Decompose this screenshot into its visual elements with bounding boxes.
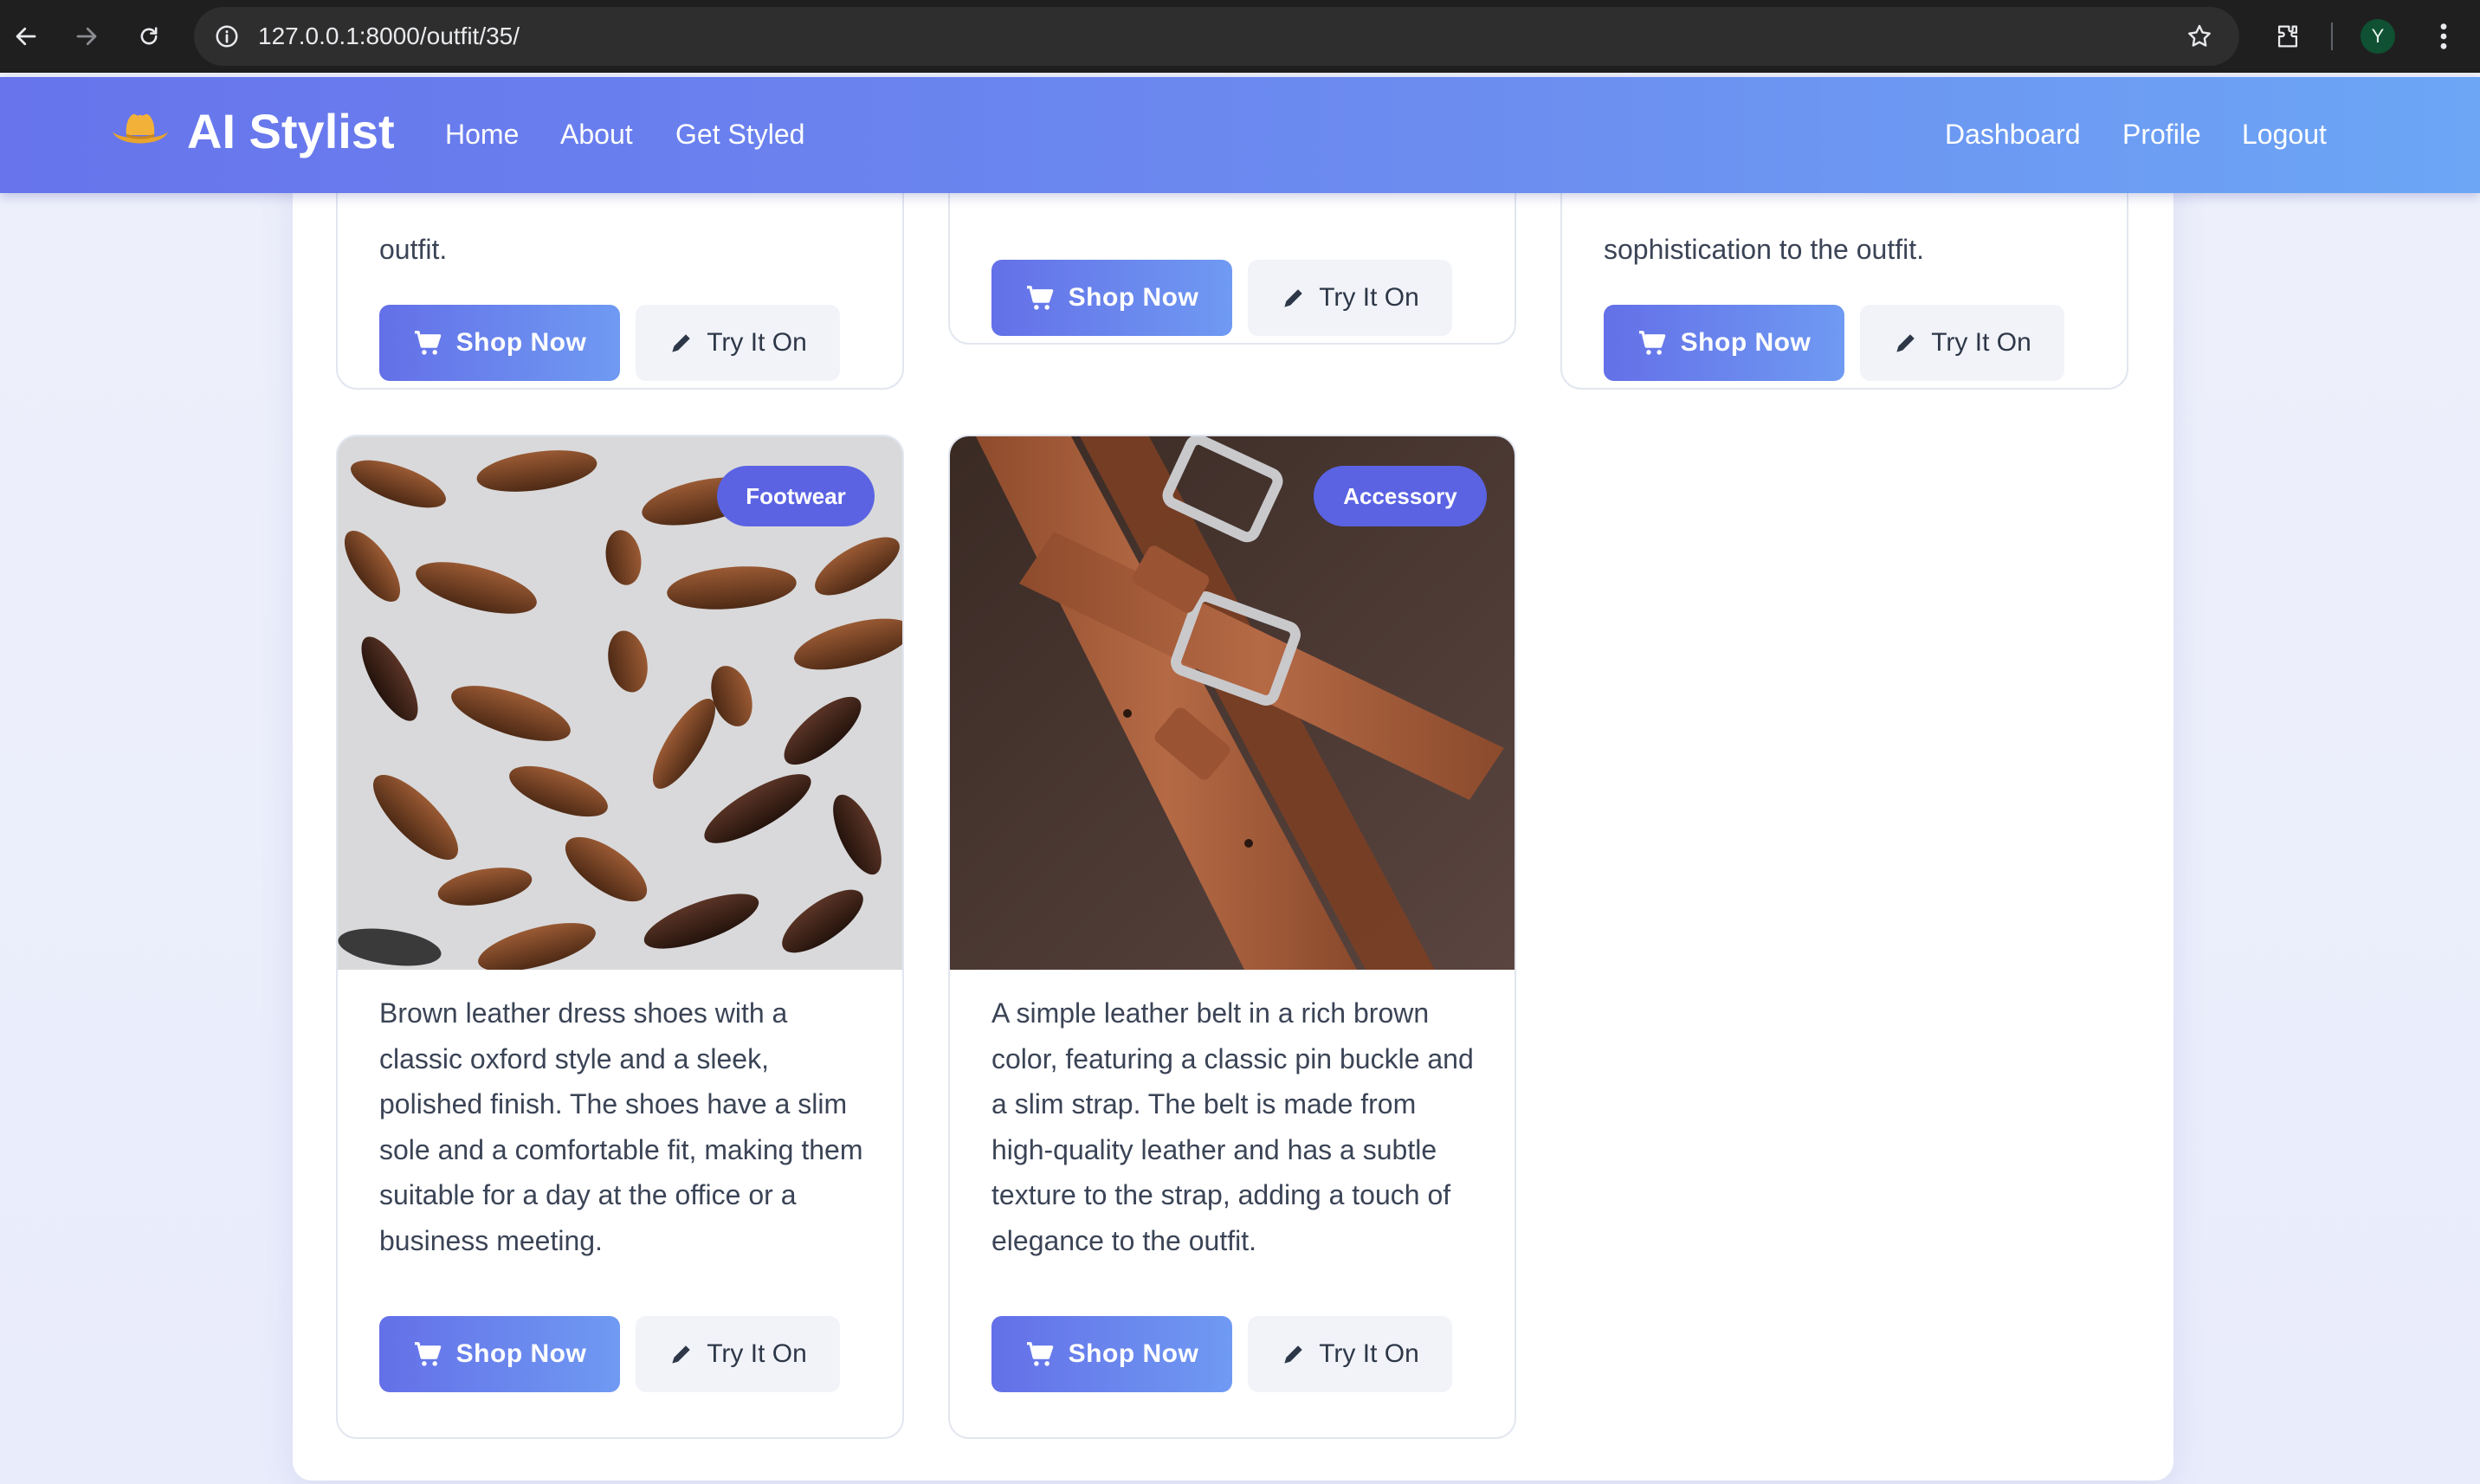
reload-icon[interactable] — [128, 16, 170, 57]
site-navbar: AI Stylist Home About Get Styled Dashboa… — [0, 77, 2480, 193]
item-card-footwear: Footwear Brown leather dress shoes with … — [336, 435, 904, 1439]
shop-now-label: Shop Now — [1068, 283, 1199, 312]
accessory-image: Accessory — [950, 436, 1514, 970]
shop-now-button[interactable]: Shop Now — [379, 1316, 620, 1392]
pencil-icon — [1284, 289, 1302, 307]
nav-link-get-styled[interactable]: Get Styled — [675, 115, 804, 153]
bookmark-star-icon[interactable] — [2182, 19, 2217, 54]
nav-link-logout[interactable]: Logout — [2242, 115, 2327, 153]
address-bar[interactable]: 127.0.0.1:8000/outfit/35/ — [194, 7, 2239, 66]
item-description: outfit. — [379, 234, 448, 265]
nav-link-profile[interactable]: Profile — [2122, 115, 2201, 153]
brand-name: AI Stylist — [187, 104, 395, 158]
browser-toolbar: 127.0.0.1:8000/outfit/35/ Y — [0, 0, 2480, 73]
shop-now-button[interactable]: Shop Now — [1604, 305, 1844, 381]
try-it-on-label: Try It On — [1319, 283, 1419, 312]
toolbar-separator — [2331, 23, 2333, 50]
try-it-on-label: Try It On — [1931, 328, 2031, 357]
try-it-on-button[interactable]: Try It On — [636, 1316, 840, 1392]
item-description: A simple leather belt in a rich brown co… — [991, 997, 1474, 1256]
brand-logo[interactable]: AI Stylist — [109, 103, 395, 159]
nav-link-about[interactable]: About — [560, 115, 633, 153]
nav-link-home[interactable]: Home — [445, 115, 519, 153]
shop-now-label: Shop Now — [1068, 1339, 1199, 1368]
pencil-icon — [1284, 1345, 1302, 1364]
item-description: sophistication to the outfit. — [1604, 234, 1924, 265]
more-menu-icon[interactable] — [2426, 17, 2461, 55]
try-it-on-label: Try It On — [707, 328, 807, 357]
forward-icon[interactable] — [66, 16, 107, 57]
url-text[interactable]: 127.0.0.1:8000/outfit/35/ — [258, 7, 520, 66]
shop-now-button[interactable]: Shop Now — [991, 1316, 1232, 1392]
shop-now-label: Shop Now — [455, 1339, 587, 1368]
try-it-on-label: Try It On — [707, 1339, 807, 1368]
try-it-on-button[interactable]: Try It On — [1248, 1316, 1452, 1392]
cart-icon — [1026, 1342, 1053, 1366]
nav-link-dashboard[interactable]: Dashboard — [1945, 115, 2081, 153]
category-badge: Accessory — [1314, 466, 1487, 526]
pencil-icon — [672, 1345, 690, 1364]
try-it-on-label: Try It On — [1319, 1339, 1419, 1368]
cart-icon — [414, 1342, 441, 1366]
site-info-icon[interactable] — [210, 19, 244, 54]
back-icon[interactable] — [5, 16, 47, 57]
cart-icon — [1638, 331, 1665, 355]
try-it-on-button[interactable]: Try It On — [1860, 305, 2064, 381]
try-it-on-button[interactable]: Try It On — [1248, 260, 1452, 336]
shop-now-label: Shop Now — [1680, 328, 1812, 357]
item-card-accessory: Accessory A simple leather belt in a ric… — [948, 435, 1516, 1439]
shop-now-button[interactable]: Shop Now — [991, 260, 1232, 336]
extensions-icon[interactable] — [2269, 17, 2307, 55]
cart-icon — [414, 331, 441, 355]
category-badge: Footwear — [717, 466, 875, 526]
try-it-on-button[interactable]: Try It On — [636, 305, 840, 381]
cowboy-hat-icon — [113, 113, 168, 143]
item-description: Brown leather dress shoes with a classic… — [379, 997, 863, 1256]
pencil-icon — [1896, 334, 1915, 352]
shop-now-button[interactable]: Shop Now — [379, 305, 620, 381]
footwear-image: Footwear — [338, 436, 902, 970]
cart-icon — [1026, 286, 1053, 310]
pencil-icon — [672, 334, 690, 352]
outfit-items-container: outfit. Shop Now Try It On Shop Now Try … — [293, 87, 2173, 1481]
profile-avatar[interactable]: Y — [2361, 19, 2395, 54]
shop-now-label: Shop Now — [455, 328, 587, 357]
